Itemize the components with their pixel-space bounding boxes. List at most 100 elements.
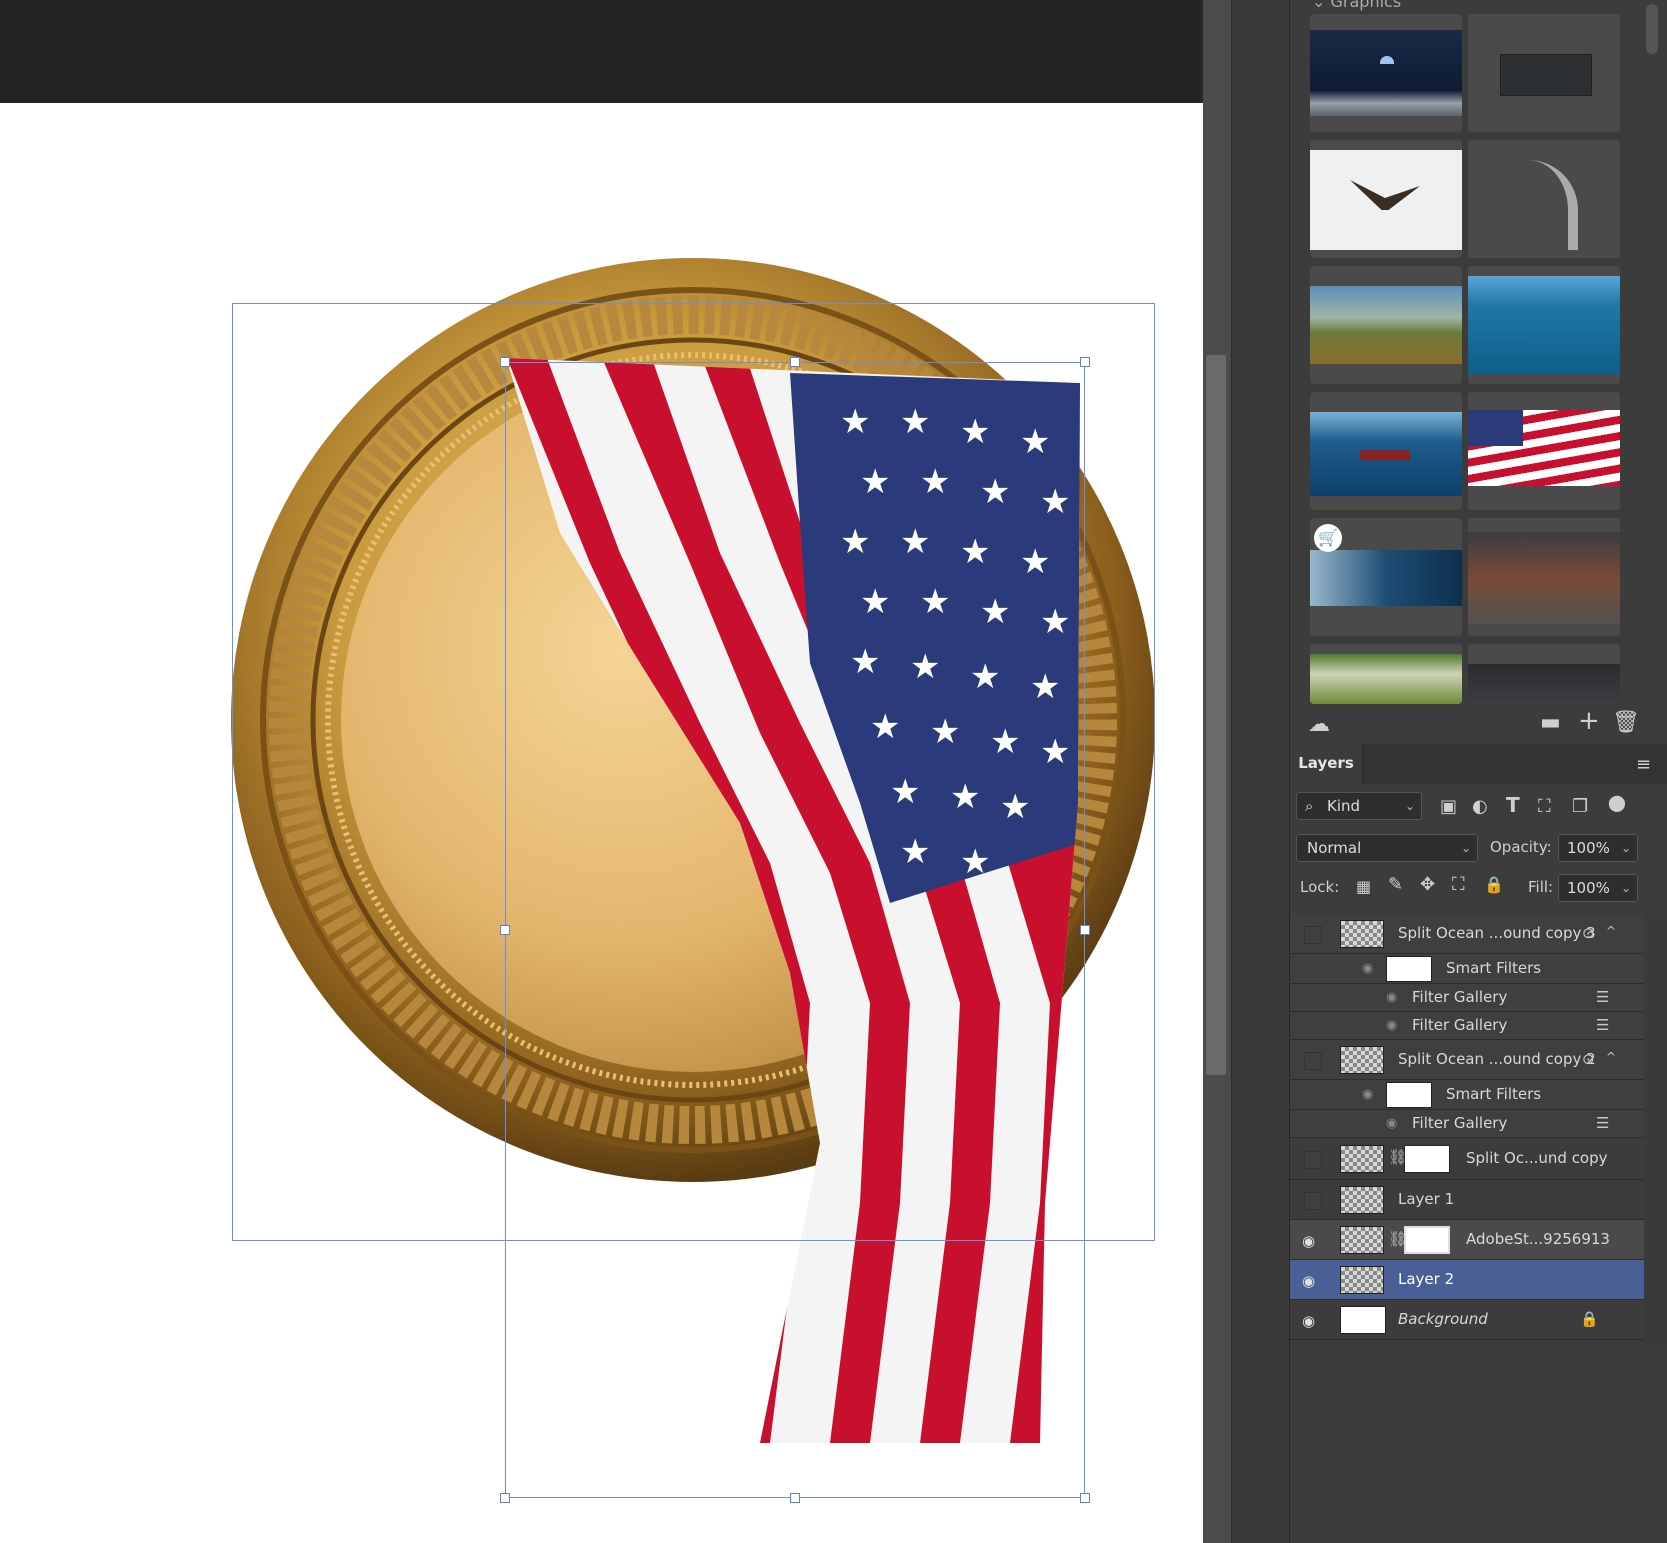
lock-transparency-icon[interactable]: ▦ bbox=[1356, 876, 1371, 898]
layer-name: Smart Filters bbox=[1446, 1085, 1542, 1103]
chevron-down-icon: ⌄ bbox=[1312, 0, 1331, 11]
add-icon[interactable]: + bbox=[1578, 708, 1600, 734]
lock-artboard-icon[interactable]: ⛶ bbox=[1452, 874, 1465, 896]
visibility-toggle[interactable] bbox=[1304, 1192, 1322, 1210]
cargo-ship-thumbnail[interactable] bbox=[1310, 392, 1462, 510]
trash-icon[interactable]: 🗑 bbox=[1612, 712, 1640, 734]
chevron-up-icon[interactable]: ^ bbox=[1606, 1050, 1616, 1064]
filter-toggle-icon[interactable]: ⬤ bbox=[1608, 792, 1626, 814]
layer-row[interactable]: Layer 1 bbox=[1290, 1180, 1644, 1220]
layer-name[interactable]: Layer 1 bbox=[1398, 1190, 1454, 1208]
layer-row[interactable]: ◉ ⛓ AdobeSt...9256913 bbox=[1290, 1220, 1644, 1260]
library-scroll-thumb[interactable] bbox=[1646, 4, 1658, 54]
american-flag-thumbnail[interactable] bbox=[1468, 392, 1620, 510]
canvas-vertical-scrollbar[interactable] bbox=[1203, 0, 1231, 1543]
layer-row[interactable]: Split Ocean ...ound copy 3 ⊙ ^ bbox=[1290, 914, 1644, 954]
fill-label: Fill: bbox=[1528, 878, 1554, 896]
visibility-toggle[interactable] bbox=[1304, 1151, 1322, 1169]
garden-thumbnail[interactable] bbox=[1310, 644, 1462, 704]
filter-options-icon[interactable]: ☰ bbox=[1596, 1114, 1609, 1132]
lock-brush-icon[interactable]: ✎ bbox=[1388, 874, 1403, 896]
eye-icon[interactable]: ◉ bbox=[1302, 1272, 1320, 1290]
statue-globe-thumbnail[interactable]: 🛒 bbox=[1310, 518, 1462, 636]
eye-icon[interactable]: ◉ bbox=[1386, 1018, 1404, 1033]
filter-type-icon[interactable]: T bbox=[1506, 794, 1520, 816]
eye-icon[interactable]: ◉ bbox=[1302, 1312, 1320, 1330]
folder-icon[interactable]: ▬ bbox=[1540, 712, 1561, 734]
filter-row[interactable]: ◉ Filter Gallery ☰ bbox=[1290, 1012, 1644, 1040]
layer-mask-thumbnail[interactable] bbox=[1404, 1226, 1450, 1254]
filter-options-icon[interactable]: ☰ bbox=[1596, 1016, 1609, 1034]
wildfire-field-thumbnail[interactable] bbox=[1310, 266, 1462, 384]
eye-icon[interactable]: ◉ bbox=[1302, 1232, 1320, 1250]
transform-handle-bottom-left[interactable] bbox=[500, 1493, 510, 1503]
ocean-horizon-thumbnail[interactable] bbox=[1468, 266, 1620, 384]
cloud-icon[interactable]: ☁ bbox=[1308, 714, 1330, 736]
library-scrollbar[interactable] bbox=[1642, 0, 1662, 700]
transform-handle-top-right[interactable] bbox=[1080, 357, 1090, 367]
lock-icon[interactable]: 🔒 bbox=[1580, 1310, 1599, 1328]
filter-smart-object-icon[interactable]: ❐ bbox=[1572, 796, 1588, 818]
filter-mask-thumbnail bbox=[1386, 956, 1432, 982]
garage-interior-thumbnail[interactable] bbox=[1468, 644, 1620, 704]
opacity-field[interactable]: 100% ⌄ bbox=[1558, 834, 1638, 862]
layer-name[interactable]: Background bbox=[1398, 1310, 1488, 1328]
transform-handle-middle-right[interactable] bbox=[1080, 925, 1090, 935]
eye-icon[interactable]: ◉ bbox=[1386, 1116, 1404, 1131]
cart-icon: 🛒 bbox=[1314, 524, 1342, 552]
filter-shape-icon[interactable]: ⛶ bbox=[1538, 796, 1551, 818]
layers-scrollbar[interactable] bbox=[1644, 914, 1667, 1350]
canvas[interactable]: ★ ★ ★ ★ ★ ★ ★ ★ ★ ★ ★ ★ ★ ★ ★ ★ ★ ★ ★ ★ ★ ★ ★ ★ ★ ★ ★ ★ ★ bbox=[0, 103, 1203, 1543]
smart-object-thumbnail bbox=[1340, 1145, 1384, 1173]
layers-list: Split Ocean ...ound copy 3 ⊙ ^ ◉ Smart F… bbox=[1290, 914, 1644, 1350]
chevron-down-icon: ⌄ bbox=[1620, 841, 1631, 855]
layer-row[interactable]: ⛓ Split Oc...und copy bbox=[1290, 1138, 1644, 1180]
filter-row[interactable]: ◉ Filter Gallery ☰ bbox=[1290, 984, 1644, 1012]
fill-field[interactable]: 100% ⌄ bbox=[1558, 874, 1638, 902]
transform-handle-bottom-right[interactable] bbox=[1080, 1493, 1090, 1503]
smart-filters-row[interactable]: ◉ Smart Filters bbox=[1290, 1080, 1644, 1110]
lock-position-icon[interactable]: ✥ bbox=[1420, 874, 1435, 896]
tab-layers[interactable]: Layers bbox=[1290, 744, 1363, 784]
rocket-launch-thumbnail[interactable] bbox=[1468, 140, 1620, 258]
layer-name[interactable]: AdobeSt...9256913 bbox=[1466, 1230, 1610, 1248]
transform-box[interactable] bbox=[505, 362, 1085, 1498]
chevron-up-icon[interactable]: ^ bbox=[1606, 924, 1616, 938]
transform-handle-top-left[interactable] bbox=[500, 357, 510, 367]
filter-options-icon[interactable]: ☰ bbox=[1596, 988, 1609, 1006]
layer-name[interactable]: Layer 2 bbox=[1398, 1270, 1454, 1288]
transform-handle-middle-left[interactable] bbox=[500, 925, 510, 935]
eye-icon[interactable]: ◉ bbox=[1362, 1087, 1380, 1102]
panel-menu-icon[interactable]: ≡ bbox=[1636, 754, 1651, 776]
right-panel: ⌄ Graphics 🛒 ☁ ▬ + 🗑 Layers ≡ ⌕ Kind ⌄ ▣… bbox=[1289, 0, 1667, 1543]
eye-icon[interactable]: ◉ bbox=[1386, 990, 1404, 1005]
eagle-thumbnail[interactable] bbox=[1310, 140, 1462, 258]
transform-handle-bottom-center[interactable] bbox=[790, 1493, 800, 1503]
layer-name[interactable]: Split Oc...und copy bbox=[1466, 1149, 1608, 1167]
chevron-down-icon: ⌄ bbox=[1460, 841, 1471, 855]
layer-row[interactable]: ◉ Background 🔒 bbox=[1290, 1300, 1644, 1340]
filter-adjustment-icon[interactable]: ◐ bbox=[1472, 796, 1488, 818]
layer-name: Filter Gallery bbox=[1412, 1114, 1508, 1132]
visibility-toggle[interactable] bbox=[1304, 926, 1322, 944]
moon-earth-thumbnail[interactable] bbox=[1310, 14, 1462, 132]
transform-handle-top-center[interactable] bbox=[790, 357, 800, 367]
layer-name[interactable]: Split Ocean ...ound copy 3 bbox=[1398, 924, 1596, 942]
eye-icon[interactable]: ◉ bbox=[1362, 961, 1380, 976]
layer-mask-thumbnail[interactable] bbox=[1404, 1145, 1450, 1173]
filter-pixel-icon[interactable]: ▣ bbox=[1440, 796, 1457, 818]
layer-name: Smart Filters bbox=[1446, 959, 1542, 977]
layer-name[interactable]: Split Ocean ...ound copy 2 bbox=[1398, 1050, 1596, 1068]
visibility-toggle[interactable] bbox=[1304, 1052, 1322, 1070]
filter-row[interactable]: ◉ Filter Gallery ☰ bbox=[1290, 1110, 1644, 1138]
layer-row-selected[interactable]: ◉ Layer 2 bbox=[1290, 1260, 1644, 1300]
library-section-title[interactable]: ⌄ Graphics bbox=[1312, 0, 1401, 11]
shipping-container-thumbnail[interactable] bbox=[1468, 14, 1620, 132]
lock-all-icon[interactable]: 🔒 bbox=[1484, 874, 1504, 896]
scrollbar-thumb[interactable] bbox=[1206, 355, 1226, 1075]
warehouse-interior-thumbnail[interactable] bbox=[1468, 518, 1620, 636]
blend-mode-select[interactable]: Normal ⌄ bbox=[1296, 834, 1478, 862]
filter-kind-select[interactable]: ⌕ Kind ⌄ bbox=[1296, 792, 1422, 820]
layer-row[interactable]: Split Ocean ...ound copy 2 ⊙ ^ bbox=[1290, 1040, 1644, 1080]
smart-filters-row[interactable]: ◉ Smart Filters bbox=[1290, 954, 1644, 984]
